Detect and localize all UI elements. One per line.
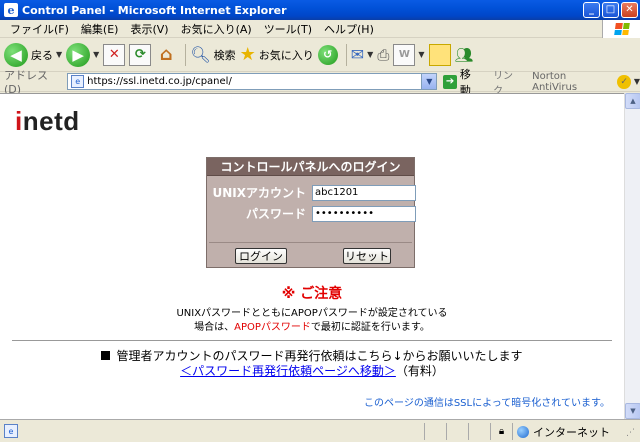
- reset-button[interactable]: リセット: [343, 248, 391, 264]
- scroll-down-icon[interactable]: ▼: [625, 403, 640, 419]
- norton-shield-icon: ✓: [617, 74, 631, 89]
- printer-icon: ⎙: [377, 45, 390, 64]
- forward-button[interactable]: ▶ ▼: [66, 41, 99, 69]
- address-label: アドレス(D): [4, 69, 48, 96]
- history-icon: ↺: [317, 44, 338, 65]
- history-button[interactable]: ↺: [317, 41, 338, 69]
- page-icon: e: [71, 75, 85, 88]
- menu-tools[interactable]: ツール(T): [258, 21, 318, 37]
- edit-button[interactable]: W ▼: [393, 41, 425, 69]
- maximize-button[interactable]: □: [602, 2, 619, 18]
- star-icon: ★: [239, 44, 256, 65]
- menu-bar: ファイル(F) 編集(E) 表示(V) お気に入り(A) ツール(T) ヘルプ(…: [0, 20, 640, 38]
- chevron-down-icon[interactable]: ▼: [93, 50, 99, 59]
- status-cell: [468, 423, 490, 440]
- chevron-down-icon[interactable]: ▼: [367, 50, 373, 59]
- menu-edit[interactable]: 編集(E): [75, 21, 125, 37]
- globe-icon: [517, 425, 529, 438]
- password-input[interactable]: [312, 205, 416, 222]
- go-arrow-icon: ➔: [443, 74, 457, 89]
- unix-account-input[interactable]: [312, 184, 416, 201]
- login-heading: コントロールパネルへのログイン: [207, 158, 414, 176]
- window-titlebar: e Control Panel - Microsoft Internet Exp…: [0, 0, 640, 20]
- toolbar-separator: [185, 43, 187, 66]
- refresh-icon: ⟳: [129, 43, 152, 66]
- windows-flag-icon: [613, 23, 630, 35]
- print-button[interactable]: ⎙: [377, 41, 389, 69]
- status-cell: [424, 423, 446, 440]
- mail-icon: ✉: [350, 45, 365, 64]
- favorites-label: お気に入り: [258, 48, 314, 62]
- messenger-icon: 👥︎: [454, 45, 474, 64]
- address-dropdown-icon[interactable]: ▼: [421, 74, 437, 89]
- menu-help[interactable]: ヘルプ(H): [318, 21, 380, 37]
- search-icon: 🔍︎: [190, 45, 211, 64]
- toolbar: ◀ 戻る ▼ ▶ ▼ ✕ ⟳ ⌂ 🔍︎ 検索 ★ お気に入り ↺ ✉ ▼ ⎙ W…: [0, 38, 640, 72]
- home-icon: ⌂: [159, 44, 173, 65]
- menu-view[interactable]: 表示(V): [124, 21, 174, 37]
- norton-label: Norton AntiVirus: [532, 70, 578, 93]
- vertical-scrollbar[interactable]: ▲ ▼: [624, 93, 640, 419]
- search-button[interactable]: 🔍︎ 検索: [190, 41, 235, 69]
- apop-password-text: APOPパスワード: [234, 322, 311, 333]
- divider: [12, 340, 612, 342]
- chevron-down-icon[interactable]: ▼: [56, 50, 62, 59]
- menu-favorites[interactable]: お気に入り(A): [175, 21, 258, 37]
- page-viewport: inetd コントロールパネルへのログイン UNIXアカウント パスワード ログ…: [0, 93, 624, 419]
- ie-icon: e: [4, 3, 18, 17]
- links-label[interactable]: リンク: [493, 67, 522, 97]
- notice-line-2: 場合は、APOPパスワードで最初に認証を行います。: [194, 322, 430, 333]
- scroll-up-icon[interactable]: ▲: [625, 93, 640, 109]
- favorites-button[interactable]: ★ お気に入り: [240, 41, 314, 69]
- notice-line-1: UNIXパスワードとともにAPOPパスワードが設定されている: [176, 308, 448, 319]
- resize-grip-icon[interactable]: ⋰: [626, 428, 638, 440]
- chevron-down-icon[interactable]: ▼: [418, 50, 424, 59]
- password-label: パスワード: [245, 207, 306, 221]
- home-button[interactable]: ⌂: [155, 41, 177, 69]
- messenger-button[interactable]: 👥︎: [455, 41, 474, 69]
- password-reset-link[interactable]: ＜パスワード再発行依頼ページへ移動＞: [180, 364, 396, 378]
- back-arrow-icon: ◀: [4, 42, 28, 67]
- mail-button[interactable]: ✉ ▼: [351, 41, 374, 69]
- panel-divider: [209, 242, 412, 243]
- window-title: Control Panel - Microsoft Internet Explo…: [22, 3, 287, 17]
- inetd-logo: inetd: [15, 106, 80, 136]
- notice-title: ※ ご注意: [281, 286, 343, 302]
- unix-account-label: UNIXアカウント: [212, 186, 306, 200]
- stop-button[interactable]: ✕: [103, 41, 126, 69]
- status-bar: e 🔒︎ インターネット ⋰: [0, 419, 640, 442]
- unix-row: UNIXアカウント: [207, 184, 416, 201]
- discuss-button[interactable]: [428, 41, 451, 69]
- login-panel: コントロールパネルへのログイン UNIXアカウント パスワード ログイン リセッ…: [206, 157, 416, 268]
- password-reset-row: ＜パスワード再発行依頼ページへ移動＞（有料）: [0, 362, 624, 379]
- password-row: パスワード: [207, 205, 416, 222]
- address-field[interactable]: e ▼: [67, 73, 438, 90]
- note-icon: [428, 43, 451, 66]
- fee-note: （有料）: [395, 364, 444, 378]
- toolbar-separator: [345, 43, 347, 66]
- search-label: 検索: [213, 48, 236, 62]
- address-input[interactable]: [87, 76, 428, 87]
- stop-icon: ✕: [103, 43, 126, 66]
- login-button[interactable]: ログイン: [235, 248, 287, 264]
- windows-logo: [602, 20, 640, 38]
- security-zone[interactable]: インターネット: [512, 423, 622, 440]
- chevron-down-icon[interactable]: ▼: [634, 77, 640, 86]
- zone-label: インターネット: [533, 425, 610, 439]
- lock-icon[interactable]: 🔒︎: [490, 423, 512, 440]
- page-status-icon: e: [4, 424, 18, 438]
- address-bar: アドレス(D) e ▼ ➔ 移動 リンク Norton AntiVirus ✓ …: [0, 68, 640, 97]
- forward-arrow-icon: ▶: [66, 42, 91, 67]
- close-button[interactable]: ✕: [621, 2, 638, 18]
- word-icon: W: [393, 43, 416, 66]
- minimize-button[interactable]: _: [583, 2, 600, 18]
- back-label: 戻る: [31, 48, 53, 62]
- norton-toolbar[interactable]: Norton AntiVirus ✓ ▼: [532, 71, 640, 93]
- square-bullet-icon: [101, 351, 111, 360]
- back-button[interactable]: ◀ 戻る ▼: [4, 41, 62, 69]
- status-cell: [446, 423, 468, 440]
- refresh-button[interactable]: ⟳: [129, 41, 152, 69]
- menu-file[interactable]: ファイル(F): [4, 21, 75, 37]
- ssl-note: このページの通信はSSLによって暗号化されています。: [364, 398, 610, 409]
